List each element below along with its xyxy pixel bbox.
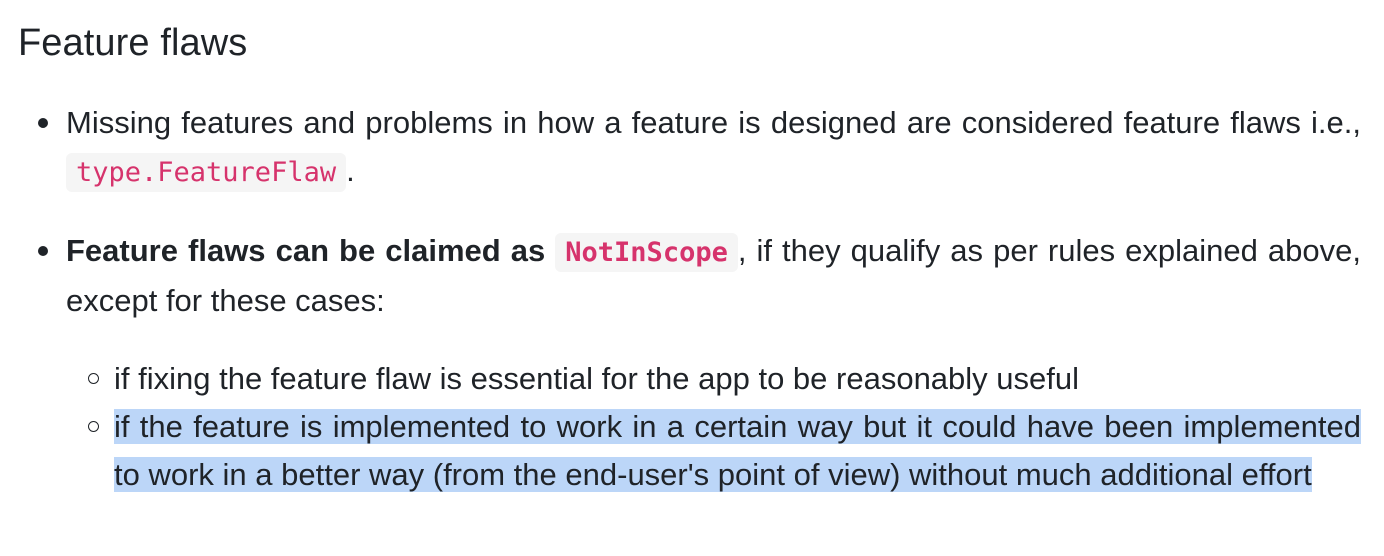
selected-text[interactable]: if the feature is implemented to work in… — [114, 409, 1361, 492]
sub-bullet-better-way: if the feature is implemented to work in… — [88, 403, 1361, 499]
sub-bullet-essential: if fixing the feature flaw is essential … — [88, 355, 1361, 403]
inline-code-not-in-scope: NotInScope — [555, 233, 738, 272]
bullet-text: Missing features and problems in how a f… — [66, 105, 1361, 140]
bullet-text-end: . — [346, 153, 355, 188]
bold-statement: Feature flaws can be claimed as — [66, 233, 546, 268]
inline-code-feature-flaw: type.FeatureFlaw — [66, 153, 347, 192]
bullet-not-in-scope: Feature flaws can be claimed as NotInSco… — [38, 227, 1361, 325]
section-heading: Feature flaws — [18, 22, 248, 64]
sub-bullet-text: if fixing the feature flaw is essential … — [114, 361, 1080, 396]
bullet-missing-features: Missing features and problems in how a f… — [38, 99, 1361, 197]
